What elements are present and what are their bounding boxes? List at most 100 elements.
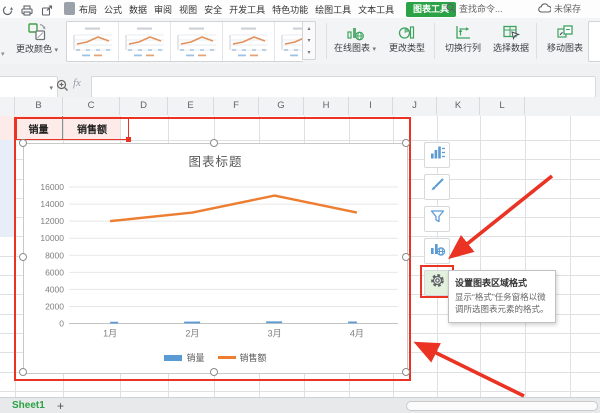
formula-bar: ▾ fx bbox=[0, 64, 600, 98]
menu-tabs: 布局公式数据审阅视图安全开发工具特色功能绘图工具文本工具 bbox=[79, 0, 394, 18]
chart-style-thumb[interactable] bbox=[67, 22, 119, 61]
ribbon-button-更改类型[interactable]: 更改类型 bbox=[382, 20, 432, 61]
menu-tab-数据[interactable]: 数据 bbox=[129, 3, 147, 16]
tooltip-title: 设置图表区域格式 bbox=[455, 276, 549, 289]
gallery-more-button[interactable]: ▴▾▾ bbox=[302, 21, 316, 60]
tooltip-format-chart-area: 设置图表区域格式 显示“格式”任务窗格以微调所选图表元素的格式。 bbox=[448, 270, 556, 323]
chart-resize-handle[interactable] bbox=[19, 139, 27, 147]
column-header-E[interactable]: E bbox=[168, 97, 214, 115]
sheet-tab-bar: Sheet1 + bbox=[0, 397, 600, 413]
chart-title[interactable]: 图表标题 bbox=[24, 151, 407, 170]
chart-resize-handle[interactable] bbox=[19, 368, 27, 376]
svg-text:6000: 6000 bbox=[45, 267, 64, 277]
chart-style-thumb[interactable] bbox=[223, 22, 275, 61]
svg-text:12000: 12000 bbox=[40, 216, 64, 226]
cell-C1[interactable]: 销售额 bbox=[64, 116, 120, 140]
chart-legend[interactable]: 销量 销售额 bbox=[24, 351, 407, 364]
chart-resize-handle[interactable] bbox=[19, 253, 27, 261]
find-command[interactable]: 查找命令... bbox=[446, 2, 503, 15]
column-header-H[interactable]: H bbox=[304, 97, 349, 115]
save-status-label: 未保存 bbox=[554, 2, 581, 15]
annotation-red-handle bbox=[126, 137, 131, 142]
chart-style-brush-icon bbox=[429, 176, 446, 198]
side-button-online-chart[interactable] bbox=[424, 238, 450, 264]
chart-resize-handle[interactable] bbox=[402, 368, 410, 376]
side-button-chart-filter[interactable] bbox=[424, 206, 450, 232]
selected-rows-highlight bbox=[0, 140, 15, 237]
sheet-tab-sheet1[interactable]: Sheet1 bbox=[12, 400, 45, 411]
chevron-down-icon: ▾ bbox=[49, 84, 53, 92]
select-data-icon bbox=[486, 20, 536, 41]
move-chart-icon bbox=[540, 20, 590, 41]
column-header-F[interactable]: F bbox=[214, 97, 259, 115]
ribbon-button-在线图表[interactable]: 在线图表 ▾ bbox=[330, 20, 380, 61]
formula-input[interactable] bbox=[91, 76, 596, 98]
chart-style-thumb[interactable] bbox=[275, 22, 303, 61]
chart-object[interactable]: 图表标题 02000400060008000100001200014000160… bbox=[23, 143, 408, 374]
menu-tab-视图[interactable]: 视图 bbox=[179, 3, 197, 16]
change-type-icon bbox=[382, 20, 432, 41]
side-button-chart-style-brush[interactable] bbox=[424, 174, 450, 200]
collapsed-pane-icon[interactable] bbox=[64, 2, 75, 15]
chart-resize-handle[interactable] bbox=[402, 139, 410, 147]
chart-style-thumb[interactable] bbox=[171, 22, 223, 61]
horizontal-scrollbar[interactable] bbox=[406, 401, 598, 411]
change-color-icon bbox=[10, 20, 64, 41]
column-headers: BCDEFGHIJKL bbox=[0, 97, 600, 117]
svg-text:0: 0 bbox=[59, 319, 64, 329]
column-header-C[interactable]: C bbox=[63, 97, 120, 115]
ribbon-button-切换行列[interactable]: 切换行列 bbox=[438, 20, 488, 61]
wps-spreadsheet-window: 布局公式数据审阅视图安全开发工具特色功能绘图工具文本工具 图表工具 查找命令..… bbox=[0, 0, 600, 413]
side-button-settings-gear[interactable] bbox=[424, 270, 450, 296]
save-status[interactable]: 未保存 bbox=[538, 2, 581, 15]
insert-function-button[interactable]: fx bbox=[73, 77, 81, 89]
cell-B1[interactable]: 销量 bbox=[15, 116, 63, 140]
chart-resize-handle[interactable] bbox=[210, 368, 218, 376]
ribbon-separator bbox=[326, 23, 327, 59]
ribbon-cut-panel bbox=[588, 21, 600, 62]
svg-text:2月: 2月 bbox=[185, 329, 199, 339]
menu-tab-开发工具[interactable]: 开发工具 bbox=[229, 3, 265, 16]
switch-rowcol-icon bbox=[438, 20, 488, 41]
change-color-button[interactable]: 更改颜色 ▾ bbox=[10, 20, 64, 61]
chart-style-thumb[interactable] bbox=[119, 22, 171, 61]
column-header-L[interactable]: L bbox=[480, 97, 525, 115]
svg-text:3月: 3月 bbox=[268, 329, 282, 339]
chevron-down-icon: ▾ bbox=[55, 47, 59, 54]
legend-label: 销量 bbox=[186, 351, 204, 364]
column-header-I[interactable]: I bbox=[349, 97, 393, 115]
menu-tab-安全[interactable]: 安全 bbox=[204, 3, 222, 16]
legend-item-销量[interactable]: 销量 bbox=[164, 351, 204, 364]
menu-tab-绘图工具[interactable]: 绘图工具 bbox=[315, 3, 351, 16]
menu-tab-审阅[interactable]: 审阅 bbox=[154, 3, 172, 16]
column-header-sliver[interactable] bbox=[0, 97, 15, 115]
column-header-B[interactable]: B bbox=[15, 97, 63, 115]
svg-text:4月: 4月 bbox=[350, 329, 364, 339]
column-header-J[interactable]: J bbox=[393, 97, 437, 115]
find-command-label: 查找命令... bbox=[459, 2, 503, 15]
zoom-magnifier-icon[interactable] bbox=[56, 79, 69, 97]
svg-text:16000: 16000 bbox=[40, 182, 64, 192]
tooltip-body: 显示“格式”任务窗格以微调所选图表元素的格式。 bbox=[455, 292, 549, 316]
side-button-chart-elements[interactable] bbox=[424, 142, 450, 168]
legend-item-销售额[interactable]: 销售额 bbox=[218, 351, 267, 364]
change-color-label: 更改颜色 bbox=[16, 44, 52, 54]
chart-filter-icon bbox=[429, 208, 446, 230]
svg-text:2000: 2000 bbox=[45, 301, 64, 311]
menu-tab-特色功能[interactable]: 特色功能 bbox=[272, 3, 308, 16]
ribbon-overflow-caret[interactable]: ▾ bbox=[1, 50, 5, 58]
ribbon-button-移动图表[interactable]: 移动图表 bbox=[540, 20, 590, 61]
ribbon-button-选择数据[interactable]: 选择数据 bbox=[486, 20, 536, 61]
chart-resize-handle[interactable] bbox=[210, 139, 218, 147]
chart-resize-handle[interactable] bbox=[402, 253, 410, 261]
menu-tab-公式[interactable]: 公式 bbox=[104, 3, 122, 16]
column-header-D[interactable]: D bbox=[120, 97, 168, 115]
column-header-G[interactable]: G bbox=[259, 97, 304, 115]
ribbon: ▾ 更改颜色 ▾ ▴▾▾ 在线图表 ▾更改类型切换行列选择数据移动图表 bbox=[0, 18, 600, 65]
column-header-K[interactable]: K bbox=[437, 97, 480, 115]
add-sheet-button[interactable]: + bbox=[57, 399, 64, 413]
svg-text:1月: 1月 bbox=[103, 329, 117, 339]
menu-tab-布局[interactable]: 布局 bbox=[79, 3, 97, 16]
chart-plot-area: 02000400060008000100001200014000160001月2… bbox=[24, 144, 407, 373]
menu-tab-文本工具[interactable]: 文本工具 bbox=[358, 3, 394, 16]
